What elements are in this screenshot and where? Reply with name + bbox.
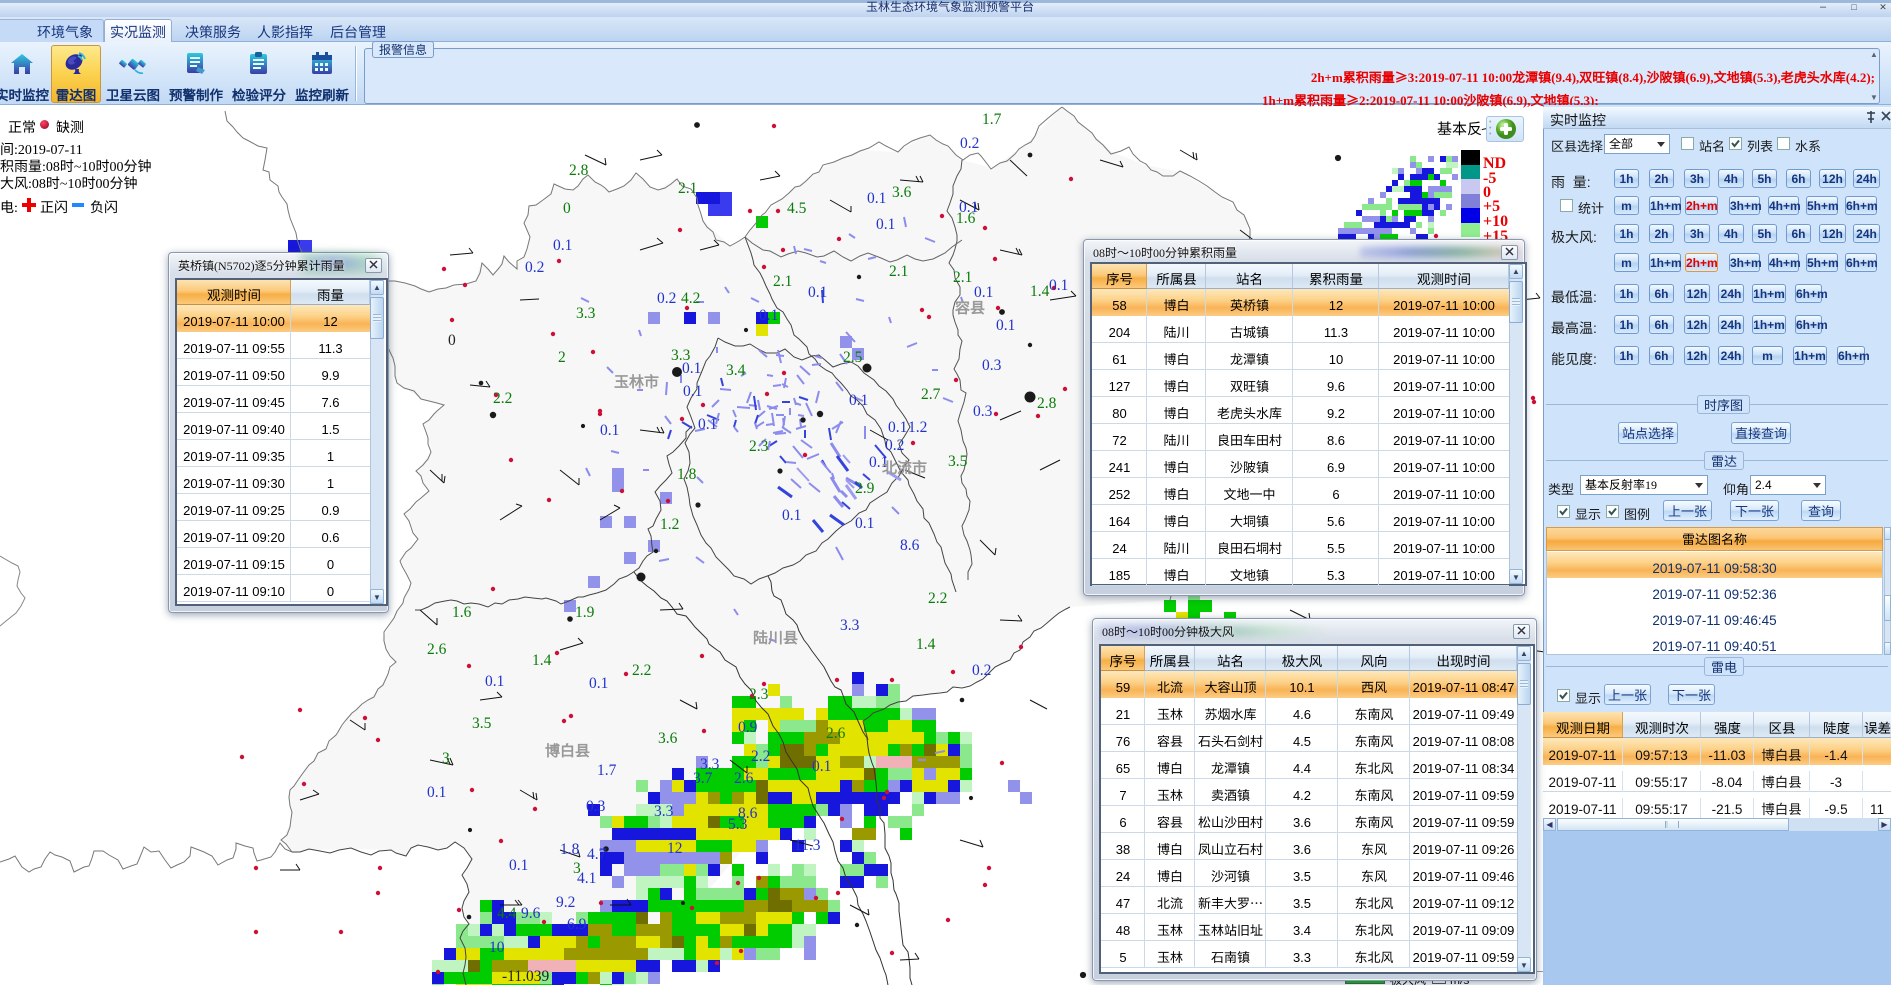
svg-text:2.1: 2.1 bbox=[953, 269, 972, 286]
svg-text:0.1: 0.1 bbox=[996, 317, 1015, 334]
svg-text:0.2: 0.2 bbox=[525, 259, 544, 276]
svg-text:1.4: 1.4 bbox=[1030, 283, 1050, 300]
svg-text:4.2: 4.2 bbox=[681, 290, 700, 307]
svg-text:玉林市: 玉林市 bbox=[614, 371, 659, 392]
svg-text:0.1: 0.1 bbox=[812, 758, 831, 775]
svg-text:1.6: 1.6 bbox=[956, 210, 976, 227]
svg-text:5.3: 5.3 bbox=[728, 816, 748, 833]
svg-text:1.4: 1.4 bbox=[532, 652, 552, 669]
svg-text:2.2: 2.2 bbox=[493, 390, 512, 407]
svg-text:3: 3 bbox=[442, 750, 450, 767]
svg-text:0.1: 0.1 bbox=[855, 515, 874, 532]
svg-text:3.3: 3.3 bbox=[576, 305, 596, 322]
svg-text:2.1: 2.1 bbox=[889, 263, 908, 280]
svg-text:2.6: 2.6 bbox=[427, 641, 447, 658]
svg-text:1.6: 1.6 bbox=[452, 604, 472, 621]
svg-text:1.9: 1.9 bbox=[575, 604, 595, 621]
svg-text:3.3: 3.3 bbox=[840, 617, 860, 634]
svg-text:2.8: 2.8 bbox=[569, 162, 589, 179]
svg-text:0.3: 0.3 bbox=[973, 403, 993, 420]
svg-text:0.3: 0.3 bbox=[586, 798, 606, 815]
svg-text:1.4: 1.4 bbox=[916, 636, 936, 653]
svg-text:1.2: 1.2 bbox=[660, 516, 679, 533]
svg-text:4.4: 4.4 bbox=[497, 905, 517, 922]
svg-text:4.5: 4.5 bbox=[787, 200, 807, 217]
svg-text:2.8: 2.8 bbox=[1037, 395, 1057, 412]
svg-text:0.1: 0.1 bbox=[808, 284, 827, 301]
svg-text:博白县: 博白县 bbox=[545, 740, 590, 761]
svg-text:0.1: 0.1 bbox=[485, 673, 504, 690]
svg-text:3.6: 3.6 bbox=[892, 184, 912, 201]
svg-text:9.6: 9.6 bbox=[521, 905, 541, 922]
svg-text:容县: 容县 bbox=[954, 297, 985, 318]
svg-text:0.2: 0.2 bbox=[960, 135, 979, 152]
svg-text:2.7: 2.7 bbox=[921, 386, 941, 403]
svg-text:3.4: 3.4 bbox=[726, 362, 746, 379]
svg-text:0.3: 0.3 bbox=[982, 357, 1002, 374]
svg-text:0.1: 0.1 bbox=[759, 307, 778, 324]
svg-text:2.3: 2.3 bbox=[749, 438, 769, 455]
svg-text:2: 2 bbox=[558, 349, 566, 366]
svg-text:0.2: 0.2 bbox=[657, 290, 676, 307]
svg-text:6.9: 6.9 bbox=[567, 916, 587, 933]
svg-text:0.1: 0.1 bbox=[509, 857, 528, 874]
svg-text:1.2: 1.2 bbox=[908, 419, 927, 436]
svg-text:0.1: 0.1 bbox=[698, 416, 717, 433]
svg-text:0.1: 0.1 bbox=[1049, 277, 1068, 294]
svg-text:0: 0 bbox=[448, 332, 456, 349]
svg-text:3.6: 3.6 bbox=[658, 730, 678, 747]
svg-text:1.7: 1.7 bbox=[982, 111, 1002, 128]
svg-text:2.6: 2.6 bbox=[734, 770, 754, 787]
svg-text:0.1: 0.1 bbox=[683, 383, 702, 400]
svg-text:2.2: 2.2 bbox=[751, 748, 770, 765]
svg-text:0.1: 0.1 bbox=[849, 392, 868, 409]
svg-text:0.1: 0.1 bbox=[553, 237, 572, 254]
svg-text:0.1: 0.1 bbox=[888, 419, 907, 436]
svg-text:2.1: 2.1 bbox=[773, 273, 792, 290]
svg-text:陆川县: 陆川县 bbox=[753, 627, 798, 648]
svg-text:0.1: 0.1 bbox=[589, 675, 608, 692]
svg-text:4.7: 4.7 bbox=[587, 846, 607, 863]
svg-text:10: 10 bbox=[489, 939, 505, 956]
svg-text:3.5: 3.5 bbox=[948, 453, 968, 470]
svg-text:-11.039: -11.039 bbox=[502, 968, 549, 985]
svg-text:3.3: 3.3 bbox=[654, 803, 674, 820]
svg-text:2.5: 2.5 bbox=[843, 349, 863, 366]
svg-text:0.1: 0.1 bbox=[600, 422, 619, 439]
svg-text:8.6: 8.6 bbox=[900, 537, 920, 554]
svg-text:3.3: 3.3 bbox=[700, 756, 720, 773]
svg-text:0.1: 0.1 bbox=[876, 216, 895, 233]
svg-text:3.5: 3.5 bbox=[472, 715, 492, 732]
svg-text:0.2: 0.2 bbox=[885, 437, 904, 454]
svg-text:0: 0 bbox=[563, 200, 571, 217]
svg-text:2.3: 2.3 bbox=[749, 686, 769, 703]
svg-text:2.9: 2.9 bbox=[855, 480, 875, 497]
svg-text:4.1: 4.1 bbox=[577, 870, 596, 887]
svg-text:9.2: 9.2 bbox=[556, 894, 575, 911]
svg-text:2.2: 2.2 bbox=[928, 590, 947, 607]
svg-text:1.8: 1.8 bbox=[677, 466, 697, 483]
svg-text:0.2: 0.2 bbox=[972, 662, 991, 679]
svg-text:0.9: 0.9 bbox=[738, 719, 758, 736]
svg-text:11.3: 11.3 bbox=[794, 837, 821, 854]
svg-text:2.6: 2.6 bbox=[826, 725, 846, 742]
svg-text:2.1: 2.1 bbox=[678, 180, 697, 197]
svg-text:0.1: 0.1 bbox=[682, 360, 701, 377]
svg-text:0.1: 0.1 bbox=[427, 784, 446, 801]
svg-text:1.7: 1.7 bbox=[597, 762, 617, 779]
svg-text:12: 12 bbox=[667, 840, 683, 857]
svg-text:1.8: 1.8 bbox=[560, 841, 580, 858]
svg-text:北流市: 北流市 bbox=[882, 457, 927, 478]
svg-text:0.1: 0.1 bbox=[782, 507, 801, 524]
svg-text:2.2: 2.2 bbox=[632, 662, 651, 679]
svg-text:0.1: 0.1 bbox=[867, 190, 886, 207]
